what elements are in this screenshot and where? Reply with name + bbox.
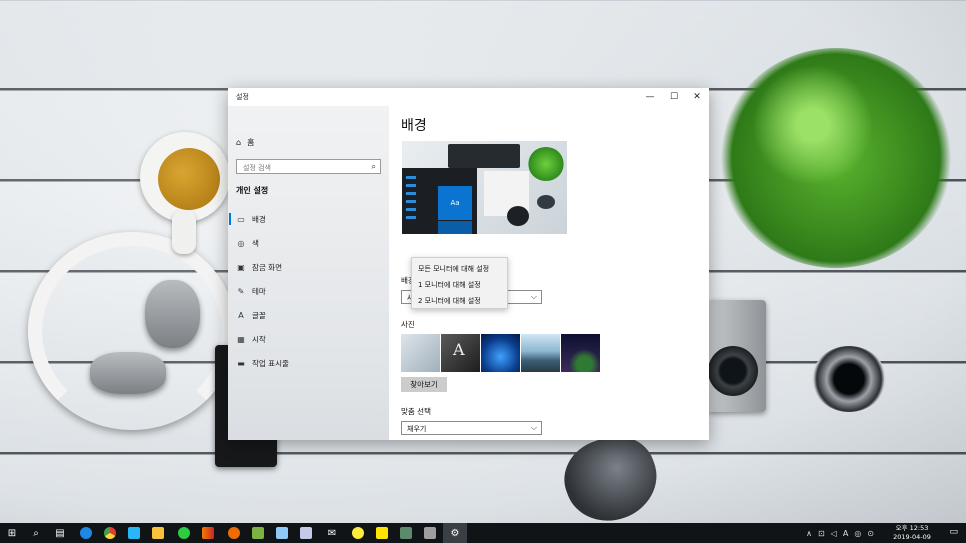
- home-icon: ⌂: [236, 138, 242, 147]
- headphone-earcup: [90, 352, 166, 394]
- brush-icon: ✎: [237, 286, 245, 296]
- start-icon: ▦: [237, 334, 245, 344]
- home-link[interactable]: ⌂ 홈: [236, 137, 254, 148]
- search-icon: ⌕: [371, 162, 376, 171]
- lock-screen-icon: ▣: [237, 262, 245, 272]
- kakaotalk-icon[interactable]: [370, 523, 394, 543]
- volume-icon[interactable]: ◁: [831, 529, 837, 538]
- file-explorer-icon[interactable]: [146, 523, 170, 543]
- window-title: 설정: [236, 93, 249, 101]
- maximize-button[interactable]: ☐: [663, 88, 685, 106]
- task-view-button[interactable]: ▤: [48, 523, 72, 543]
- preview-monitor: [448, 144, 520, 168]
- sidebar-item-background[interactable]: ▭ 배경: [228, 210, 389, 228]
- preview-tile: [438, 221, 472, 234]
- headphone-earcup: [145, 280, 200, 348]
- headphones-image: [28, 232, 236, 430]
- clock[interactable]: 오후 12:53 2019-04-09: [888, 524, 936, 542]
- sidebar-item-label: 작업 표시줄: [252, 358, 289, 368]
- chevron-down-icon: ⌵: [530, 423, 537, 432]
- cup-handle-image: [172, 210, 196, 254]
- app-icon[interactable]: [346, 523, 370, 543]
- chevron-down-icon: ⌵: [530, 292, 537, 301]
- browse-button[interactable]: 찾아보기: [401, 377, 447, 392]
- fit-dropdown-value: 채우기: [407, 425, 427, 433]
- home-label: 홈: [247, 138, 255, 147]
- network-icon[interactable]: ⊡: [818, 529, 825, 538]
- font-icon: A: [238, 310, 244, 320]
- sidebar-item-color[interactable]: ◎ 색: [228, 234, 389, 252]
- settings-sidebar: ⌂ 홈 설정 검색 ⌕ 개인 설정 ▭ 배경 ◎ 색 ▣ 잠금 화면 ✎ 테마 …: [228, 106, 389, 440]
- sidebar-item-label: 색: [252, 238, 259, 248]
- thumbnail-letter: A: [453, 340, 465, 359]
- sidebar-item-label: 글꼴: [252, 310, 266, 320]
- sidebar-item-label: 배경: [252, 214, 266, 224]
- fit-dropdown[interactable]: 채우기 ⌵: [401, 421, 542, 435]
- ime-icon[interactable]: A: [843, 529, 848, 538]
- app-icon[interactable]: [418, 523, 442, 543]
- line-icon[interactable]: [172, 523, 196, 543]
- notification-icon[interactable]: ▭: [949, 527, 958, 537]
- taskbar-icon: ▬: [237, 358, 245, 368]
- menu-item-monitor-2[interactable]: 2 모니터에 대해 설정: [418, 296, 481, 306]
- lens-image: [812, 346, 886, 412]
- app-icon[interactable]: [394, 523, 418, 543]
- sidebar-item-label: 잠금 화면: [252, 262, 282, 272]
- close-button[interactable]: ✕: [686, 88, 708, 106]
- start-button[interactable]: ⊞: [0, 523, 24, 543]
- picture-label: 사진: [401, 320, 414, 329]
- picture-thumbnail[interactable]: A: [441, 334, 480, 372]
- preview-camera: [507, 206, 529, 226]
- picture-thumbnail[interactable]: [481, 334, 520, 372]
- clock-time: 오후 12:53: [895, 524, 929, 532]
- chevron-up-icon[interactable]: ∧: [806, 529, 812, 538]
- minimize-button[interactable]: —: [639, 88, 661, 106]
- app-icon[interactable]: [222, 523, 246, 543]
- preview-lens: [537, 195, 555, 209]
- plant-image: [720, 48, 952, 268]
- menu-item-all-monitors[interactable]: 모든 모니터에 대해 설정: [418, 264, 489, 274]
- picture-icon: ▭: [237, 214, 245, 224]
- app-icon[interactable]: [294, 523, 318, 543]
- settings-taskbar-icon[interactable]: ⚙: [443, 523, 467, 543]
- sidebar-item-fonts[interactable]: A 글꼴: [228, 306, 389, 324]
- app-icon[interactable]: [246, 523, 270, 543]
- settings-search-input[interactable]: 설정 검색 ⌕: [236, 159, 381, 174]
- page-title: 배경: [401, 118, 427, 134]
- fit-label: 맞춤 선택: [401, 407, 431, 416]
- app-tray-icon[interactable]: ◎: [854, 529, 861, 538]
- menu-item-monitor-1[interactable]: 1 모니터에 대해 설정: [418, 280, 481, 290]
- chrome-icon[interactable]: [98, 523, 122, 543]
- tea-image: [158, 148, 220, 210]
- preview-tile: Aa: [438, 186, 472, 220]
- mail-icon[interactable]: ✉: [320, 523, 344, 543]
- sidebar-item-label: 시작: [252, 334, 266, 344]
- section-title: 개인 설정: [236, 186, 269, 195]
- app-icon[interactable]: [196, 523, 220, 543]
- taskbar: ⊞ ⌕ ▤ ✉ ⚙ ∧ ⊡ ◁ A ◎ ⊙ 오후 12:53 2019-04-0…: [0, 523, 966, 543]
- context-menu: 모든 모니터에 대해 설정 1 모니터에 대해 설정 2 모니터에 대해 설정: [411, 257, 508, 309]
- background-preview: Aa: [402, 141, 567, 234]
- system-tray: ∧ ⊡ ◁ A ◎ ⊙: [806, 523, 874, 543]
- sidebar-item-taskbar[interactable]: ▬ 작업 표시줄: [228, 354, 389, 372]
- sidebar-item-start[interactable]: ▦ 시작: [228, 330, 389, 348]
- camera-lens-image: [708, 346, 758, 396]
- preview-plant: [528, 147, 564, 181]
- edge-icon[interactable]: [74, 523, 98, 543]
- sidebar-item-theme[interactable]: ✎ 테마: [228, 282, 389, 300]
- palette-icon: ◎: [237, 238, 245, 248]
- sidebar-item-lock-screen[interactable]: ▣ 잠금 화면: [228, 258, 389, 276]
- recent-pictures: A: [401, 334, 600, 372]
- picture-thumbnail[interactable]: [521, 334, 560, 372]
- sidebar-item-label: 테마: [252, 286, 266, 296]
- app-tray-icon[interactable]: ⊙: [867, 529, 874, 538]
- search-placeholder: 설정 검색: [243, 164, 271, 172]
- clock-date: 2019-04-09: [893, 533, 931, 541]
- title-bar[interactable]: 설정 — ☐ ✕: [228, 88, 709, 106]
- picture-thumbnail[interactable]: [561, 334, 600, 372]
- search-button[interactable]: ⌕: [24, 523, 48, 543]
- app-icon[interactable]: [270, 523, 294, 543]
- app-icon[interactable]: [122, 523, 146, 543]
- picture-thumbnail[interactable]: [401, 334, 440, 372]
